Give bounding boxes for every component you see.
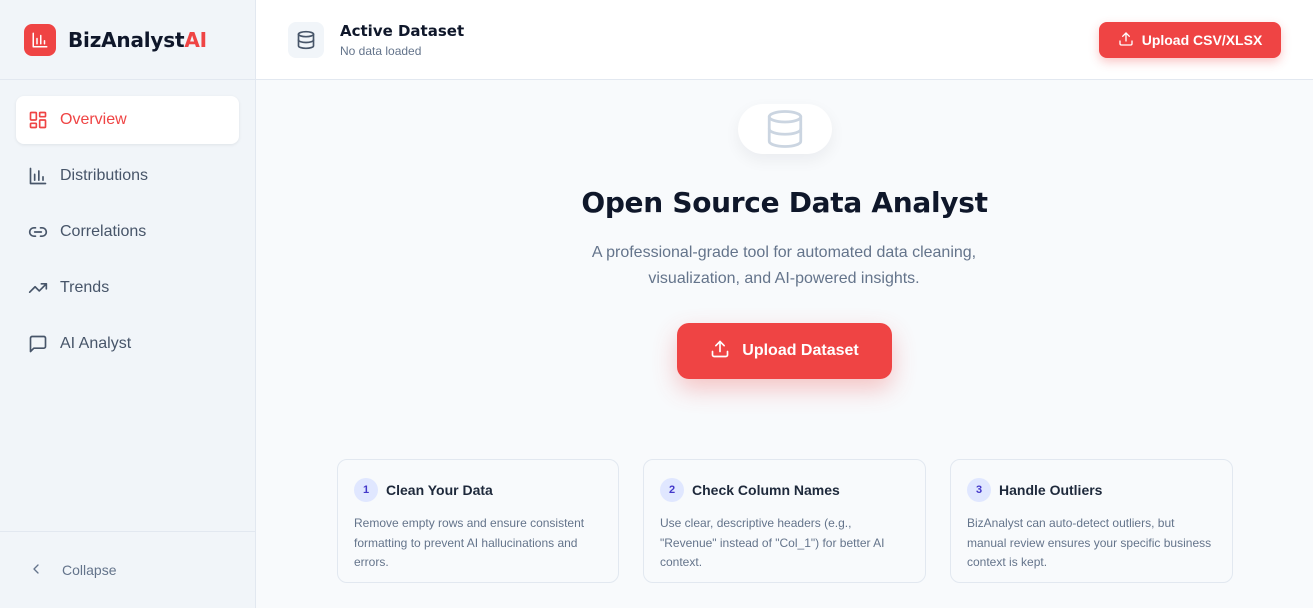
- brand-name: BizAnalystAI: [68, 27, 207, 52]
- sidebar-item-label: Correlations: [60, 223, 147, 240]
- upload-csv-label: Upload CSV/XLSX: [1141, 32, 1263, 48]
- layout-grid-icon: [28, 110, 48, 130]
- tip-body: Use clear, descriptive headers (e.g., "R…: [660, 516, 885, 569]
- dataset-title: Active Dataset: [340, 22, 465, 40]
- collapse-button[interactable]: Collapse: [0, 531, 255, 608]
- step-number: 3: [967, 478, 991, 502]
- sidebar-item-label: AI Analyst: [60, 335, 132, 352]
- message-square-icon: [28, 334, 48, 354]
- upload-csv-button[interactable]: Upload CSV/XLSX: [1099, 22, 1281, 58]
- bar-chart-icon: [24, 23, 56, 56]
- brand[interactable]: BizAnalystAI: [0, 0, 255, 80]
- tip-body: Remove empty rows and ensure consistent …: [354, 516, 585, 569]
- tip-body: BizAnalyst can auto-detect outliers, but…: [967, 516, 1212, 569]
- page-subtitle: A professional-grade tool for automated …: [591, 244, 977, 287]
- sidebar-nav: Overview Distributions Correlations Tren…: [0, 80, 255, 392]
- sidebar-item-label: Trends: [60, 279, 110, 296]
- tip-card: 3 Handle Outliers BizAnalyst can auto-de…: [950, 459, 1233, 583]
- page-title: Open Source Data Analyst: [581, 186, 988, 219]
- collapse-label: Collapse: [62, 562, 117, 578]
- tip-title: Handle Outliers: [999, 482, 1103, 498]
- upload-icon: [1118, 31, 1134, 50]
- sidebar-item-label: Distributions: [60, 167, 149, 184]
- sidebar-item-trends[interactable]: Trends: [16, 264, 239, 312]
- database-icon: [288, 22, 324, 58]
- chevron-left-icon: [28, 561, 44, 580]
- sidebar-item-distributions[interactable]: Distributions: [16, 152, 239, 200]
- link-icon: [28, 222, 48, 242]
- sidebar-item-correlations[interactable]: Correlations: [16, 208, 239, 256]
- step-number: 1: [354, 478, 378, 502]
- tip-title: Clean Your Data: [386, 482, 493, 498]
- sidebar-item-label: Overview: [60, 111, 127, 128]
- step-number: 2: [660, 478, 684, 502]
- upload-dataset-button[interactable]: Upload Dataset: [677, 323, 892, 379]
- database-icon: [738, 104, 832, 154]
- upload-dataset-label: Upload Dataset: [742, 342, 859, 359]
- header: Active Dataset No data loaded Upload CSV…: [256, 0, 1313, 80]
- sidebar: BizAnalystAI Overview Distributions Corr…: [0, 0, 256, 608]
- tip-card: 1 Clean Your Data Remove empty rows and …: [337, 459, 619, 583]
- tip-card: 2 Check Column Names Use clear, descript…: [643, 459, 926, 583]
- trending-up-icon: [28, 278, 48, 298]
- sidebar-item-ai-analyst[interactable]: AI Analyst: [16, 320, 239, 368]
- sidebar-item-overview[interactable]: Overview: [16, 96, 239, 144]
- brand-accent: AI: [184, 27, 207, 52]
- tip-title: Check Column Names: [692, 482, 840, 498]
- upload-icon: [710, 339, 730, 364]
- dataset-status: No data loaded: [340, 44, 422, 58]
- bar-chart-icon: [28, 166, 48, 186]
